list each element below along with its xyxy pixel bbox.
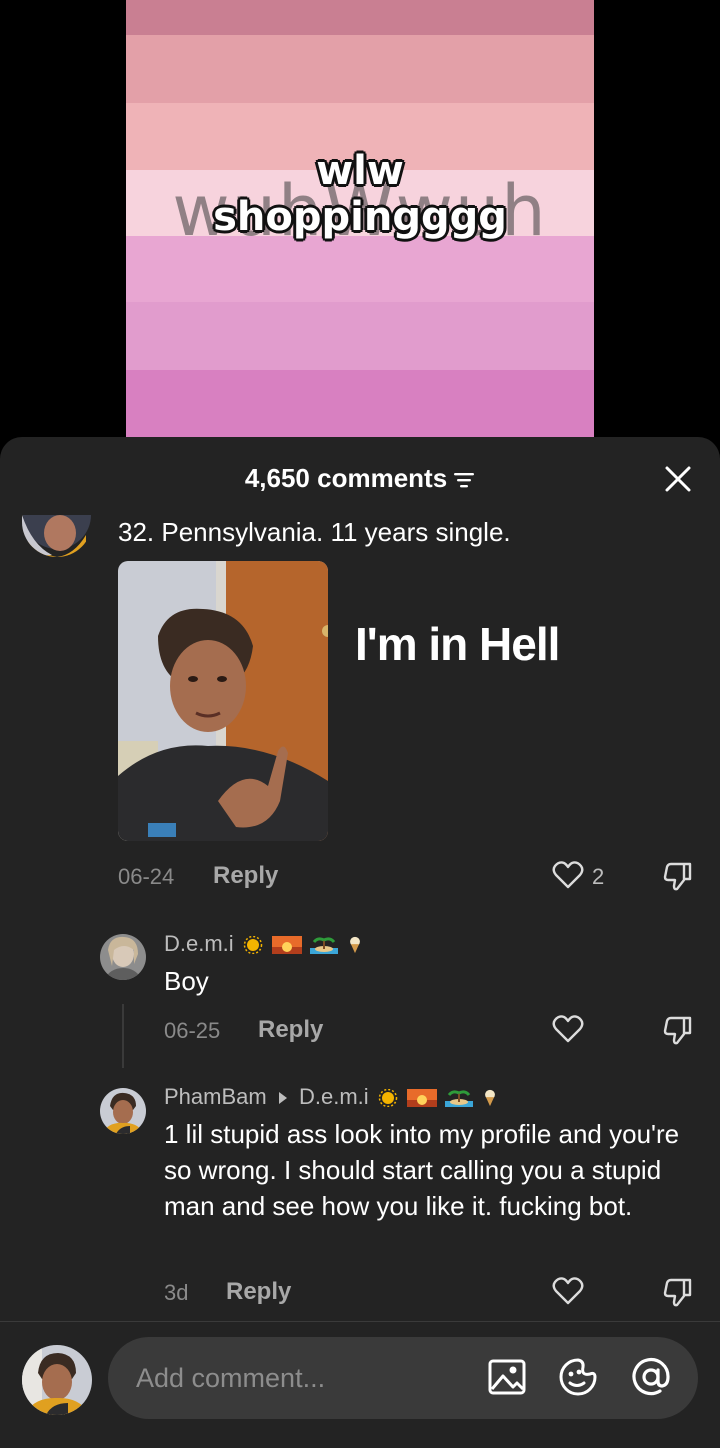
video-preview[interactable]: wuhWwuh wlw shoppingggg bbox=[0, 0, 720, 460]
avatar[interactable] bbox=[22, 515, 92, 557]
reply-button[interactable]: Reply bbox=[258, 1016, 323, 1044]
ice-cream-icon bbox=[485, 1090, 496, 1107]
sunset-icon bbox=[406, 1089, 437, 1108]
flag-stripe bbox=[126, 302, 594, 370]
like-count: 2 bbox=[592, 864, 605, 889]
comment-text: 32. Pennsylvania. 11 years single. bbox=[118, 517, 511, 547]
comment-meta: 06-24 Reply 2 bbox=[118, 858, 718, 894]
comment-date: 06-24 bbox=[118, 864, 175, 889]
reply-button[interactable]: Reply bbox=[213, 862, 278, 890]
divider bbox=[0, 1321, 720, 1322]
flag-stripe bbox=[126, 0, 594, 35]
filter-icon[interactable] bbox=[453, 471, 475, 489]
dislike-icon[interactable] bbox=[662, 860, 694, 892]
ice-cream-icon bbox=[350, 937, 361, 954]
reply-avatar[interactable] bbox=[100, 934, 146, 980]
reply-username[interactable]: D.e.m.i bbox=[164, 931, 364, 957]
username-text: PhamBam bbox=[164, 1084, 267, 1109]
comments-panel: 4,650 comments 32. Pennsylvania. 11 year… bbox=[0, 437, 720, 1448]
heart-icon[interactable] bbox=[552, 860, 584, 890]
comment-count: 4,650 comments bbox=[244, 463, 448, 493]
username-text: D.e.m.i bbox=[164, 931, 234, 956]
dislike-icon[interactable] bbox=[662, 1014, 694, 1046]
island-icon bbox=[445, 1090, 474, 1108]
emoji-icon[interactable] bbox=[557, 1356, 599, 1398]
close-icon[interactable] bbox=[662, 463, 694, 495]
thumbnail-caption: wlw shoppingggg bbox=[126, 148, 594, 240]
reply-avatar[interactable] bbox=[100, 1088, 146, 1134]
reply-text: Boy bbox=[164, 966, 209, 996]
panel-header: 4,650 comments bbox=[0, 437, 720, 517]
sun-icon bbox=[378, 1089, 398, 1108]
comment-count-header[interactable]: 4,650 comments bbox=[0, 463, 720, 494]
thread-line bbox=[122, 1004, 124, 1068]
heart-icon[interactable] bbox=[552, 1014, 584, 1044]
emoji-badges bbox=[375, 1084, 499, 1109]
sunset-icon bbox=[271, 936, 302, 955]
sticker-text: I'm in Hell bbox=[355, 618, 560, 670]
comment-input[interactable] bbox=[108, 1337, 698, 1419]
flag-stripe bbox=[126, 35, 594, 103]
reply-to-username[interactable]: D.e.m.i bbox=[299, 1084, 369, 1109]
reply-date: 06-25 bbox=[164, 1018, 221, 1043]
caption-line-1: wlw bbox=[316, 148, 404, 194]
sun-icon bbox=[243, 936, 263, 955]
current-user-avatar[interactable] bbox=[22, 1345, 92, 1415]
heart-icon[interactable] bbox=[552, 1276, 584, 1306]
emoji-badges bbox=[240, 931, 364, 956]
reply-date: 3d bbox=[164, 1280, 189, 1305]
dislike-icon[interactable] bbox=[662, 1276, 694, 1308]
mention-icon[interactable] bbox=[630, 1356, 672, 1398]
caption-line-2: shoppingggg bbox=[213, 194, 507, 240]
island-icon bbox=[310, 937, 339, 955]
image-icon[interactable] bbox=[486, 1356, 528, 1398]
video-thumbnail[interactable]: wuhWwuh wlw shoppingggg bbox=[126, 0, 594, 460]
reply-meta: 3d Reply bbox=[164, 1274, 718, 1310]
reply-arrow-icon bbox=[278, 1092, 287, 1105]
reply-meta: 06-25 Reply bbox=[164, 1012, 718, 1048]
reply-button[interactable]: Reply bbox=[226, 1278, 291, 1306]
reply-username[interactable]: PhamBam D.e.m.i bbox=[164, 1084, 499, 1110]
reply-text: 1 lil stupid ass look into my profile an… bbox=[164, 1119, 680, 1221]
comment-photo[interactable] bbox=[118, 561, 328, 841]
